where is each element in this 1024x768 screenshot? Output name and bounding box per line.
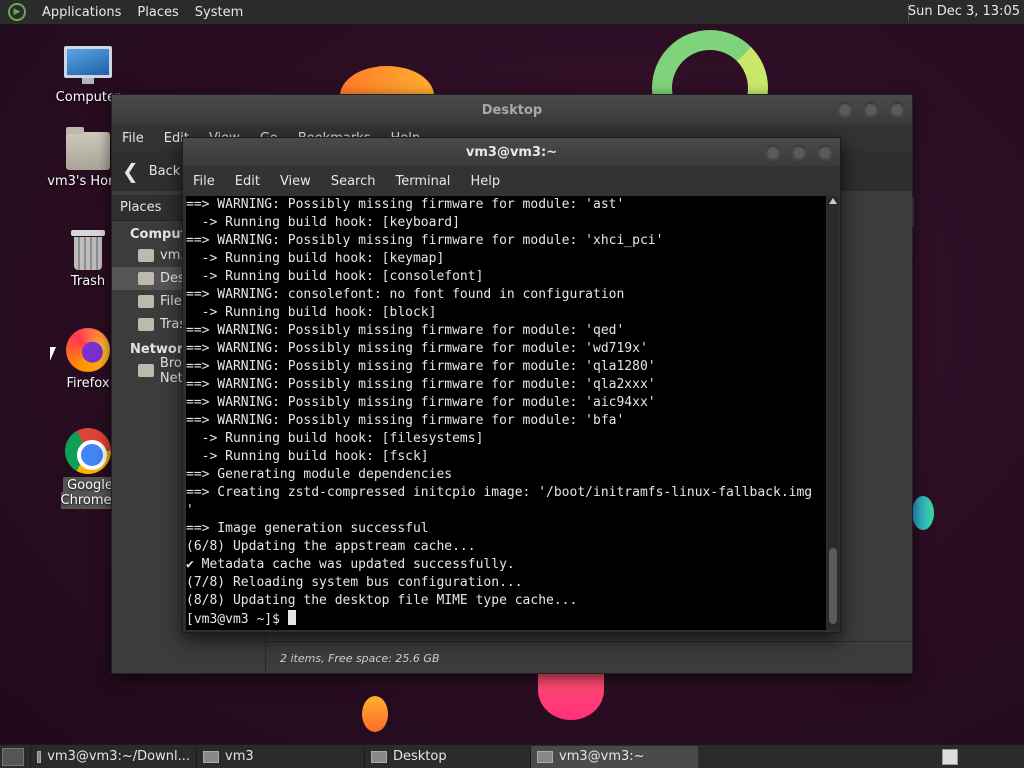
task-terminal-home[interactable]: vm3@vm3:~ — [530, 745, 698, 768]
firefox-icon — [66, 328, 110, 372]
places-menu[interactable]: Places — [129, 5, 186, 20]
terminal-window: vm3@vm3:~ File Edit View Search Terminal… — [182, 137, 841, 633]
home-folder-icon — [138, 249, 154, 262]
terminal-line: -> Running build hook: [keymap] — [186, 251, 445, 266]
text-cursor — [287, 610, 296, 625]
system-menu[interactable]: System — [187, 5, 251, 20]
mouse-pointer-icon — [50, 347, 56, 361]
terminal-line: ==> WARNING: Possibly missing firmware f… — [186, 323, 625, 338]
chrome-icon — [65, 428, 111, 474]
terminal-line: ==> Creating zstd-compressed initcpio im… — [186, 485, 813, 500]
terminal-menubar: File Edit View Search Terminal Help — [183, 166, 840, 196]
trash-icon — [138, 318, 154, 331]
menu-search[interactable]: Search — [321, 174, 386, 189]
maximize-button[interactable] — [862, 100, 880, 118]
scroll-up-icon[interactable] — [829, 198, 837, 204]
terminal-line: ==> Generating module dependencies — [186, 467, 453, 482]
window-title: vm3@vm3:~ — [465, 144, 558, 160]
terminal-icon — [537, 750, 553, 763]
terminal-line: ==> WARNING: Possibly missing firmware f… — [186, 395, 656, 410]
back-button[interactable]: ❮ Back — [122, 159, 180, 183]
terminal-prompt-line[interactable]: [vm3@vm3 ~]$ — [186, 610, 826, 629]
terminal-line: ==> WARNING: Possibly missing firmware f… — [186, 197, 625, 212]
clock[interactable]: Sun Dec 3, 13:05 — [908, 4, 1020, 19]
home-folder-icon — [66, 127, 110, 170]
bottom-taskbar: vm3@vm3:~/Downl... vm3 Desktop vm3@vm3:~ — [0, 744, 1024, 768]
terminal-line: -> Running build hook: [keyboard] — [186, 215, 460, 230]
terminal-output[interactable]: ==> WARNING: Possibly missing firmware f… — [186, 196, 826, 630]
task-label: vm3@vm3:~ — [559, 749, 645, 764]
terminal-scrollbar[interactable] — [827, 196, 839, 630]
terminal-line: ' — [186, 503, 194, 518]
terminal-line: ✔ Metadata cache was updated successfull… — [186, 557, 515, 572]
workspace-switcher[interactable] — [942, 749, 958, 765]
desktop-folder-icon — [371, 750, 387, 763]
terminal-lines: ==> WARNING: Possibly missing firmware f… — [186, 196, 826, 610]
terminal-line: ==> WARNING: Possibly missing firmware f… — [186, 341, 648, 356]
terminal-line: ==> WARNING: Possibly missing firmware f… — [186, 359, 656, 374]
task-vm3-folder[interactable]: vm3 — [196, 745, 364, 768]
wallpaper-small-orange-shape — [362, 696, 388, 732]
minimize-button[interactable] — [764, 143, 782, 161]
menu-terminal[interactable]: Terminal — [385, 174, 460, 189]
task-desktop-folder[interactable]: Desktop — [364, 745, 530, 768]
terminal-line: ==> Image generation successful — [186, 521, 429, 536]
menu-help[interactable]: Help — [460, 174, 510, 189]
terminal-line: ==> WARNING: consolefont: no font found … — [186, 287, 625, 302]
terminal-line: -> Running build hook: [consolefont] — [186, 269, 484, 284]
file-manager-titlebar[interactable]: Desktop — [112, 95, 912, 125]
menu-logo-icon[interactable]: ▶ — [8, 3, 26, 21]
desktop-folder-icon — [138, 272, 154, 285]
scrollbar-thumb[interactable] — [829, 548, 837, 624]
back-arrow-icon: ❮ — [122, 159, 139, 183]
terminal-titlebar[interactable]: vm3@vm3:~ — [183, 138, 840, 166]
menu-file[interactable]: File — [112, 131, 154, 146]
terminal-line: (7/8) Reloading system bus configuration… — [186, 575, 523, 590]
minimize-button[interactable] — [836, 100, 854, 118]
terminal-line: -> Running build hook: [block] — [186, 305, 437, 320]
shell-prompt: [vm3@vm3 ~]$ — [186, 612, 288, 627]
close-button[interactable] — [888, 100, 906, 118]
back-label: Back — [148, 163, 181, 179]
terminal-line: (8/8) Updating the desktop file MIME typ… — [186, 593, 578, 608]
task-label: Desktop — [393, 749, 447, 764]
window-title: Desktop — [481, 102, 543, 118]
terminal-line: (6/8) Updating the appstream cache... — [186, 539, 476, 554]
drive-icon — [138, 295, 154, 308]
task-label: vm3@vm3:~/Downl... — [47, 749, 190, 764]
show-desktop-button[interactable] — [2, 747, 24, 766]
menu-file[interactable]: File — [183, 174, 225, 189]
wallpaper-teal-shape — [912, 496, 934, 530]
terminal-line: ==> WARNING: Possibly missing firmware f… — [186, 233, 664, 248]
task-terminal-downloads[interactable]: vm3@vm3:~/Downl... — [30, 745, 196, 768]
trash-icon — [71, 230, 105, 270]
terminal-line: -> Running build hook: [filesystems] — [186, 431, 484, 446]
top-panel: ▶ Applications Places System Sun Dec 3, … — [0, 0, 1024, 25]
terminal-line: ==> WARNING: Possibly missing firmware f… — [186, 413, 625, 428]
menu-view[interactable]: View — [270, 174, 321, 189]
terminal-line: ==> WARNING: Possibly missing firmware f… — [186, 377, 656, 392]
computer-icon — [64, 46, 112, 86]
close-button[interactable] — [816, 143, 834, 161]
network-icon — [138, 364, 154, 377]
applications-menu[interactable]: Applications — [34, 5, 129, 20]
maximize-button[interactable] — [790, 143, 808, 161]
menu-edit[interactable]: Edit — [225, 174, 270, 189]
terminal-icon — [37, 750, 42, 763]
terminal-line: -> Running build hook: [fsck] — [186, 449, 429, 464]
task-label: vm3 — [225, 749, 254, 764]
home-folder-icon — [203, 750, 219, 763]
status-bar: 2 items, Free space: 25.6 GB — [266, 641, 912, 673]
